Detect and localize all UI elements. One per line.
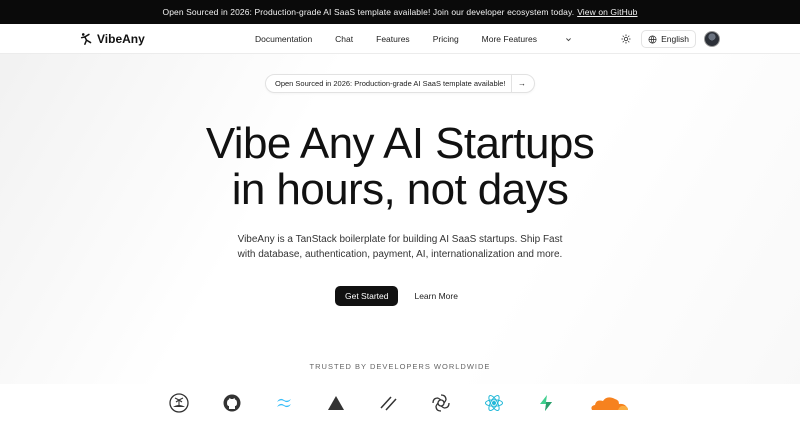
brand-logo-icon <box>80 33 92 45</box>
tailwind-icon <box>273 392 295 414</box>
cta-row: Get Started Learn More <box>335 286 458 306</box>
globe-icon <box>648 35 657 43</box>
react-icon <box>483 392 505 414</box>
announcement-text: Open Sourced in 2026: Production-grade A… <box>162 7 575 17</box>
hero-headline: Vibe Any AI Startups in hours, not days <box>0 121 800 213</box>
github-icon <box>221 392 243 414</box>
cloudflare-icon <box>588 392 630 414</box>
chevron-down-icon <box>566 37 571 41</box>
hero-subtitle: VibeAny is a TanStack boilerplate for bu… <box>0 232 800 262</box>
pill-divider <box>511 74 512 93</box>
sun-icon <box>621 34 631 44</box>
announcement-pill[interactable]: Open Sourced in 2026: Production-grade A… <box>265 74 535 93</box>
trusted-label: TRUSTED BY DEVELOPERS WORLDWIDE <box>309 362 491 371</box>
nav-pricing[interactable]: Pricing <box>433 34 459 44</box>
nav-links: Documentation Chat Features Pricing More… <box>255 24 595 54</box>
island-icon <box>168 392 190 414</box>
nav-documentation[interactable]: Documentation <box>255 34 312 44</box>
learn-more-button[interactable]: Learn More <box>414 291 457 301</box>
nav-more-features[interactable]: More Features <box>482 34 572 44</box>
nav-more-label: More Features <box>481 34 537 44</box>
brand-name: VibeAny <box>97 31 145 46</box>
nav-chat[interactable]: Chat <box>335 34 353 44</box>
subtitle-line-1: VibeAny is a TanStack boilerplate for bu… <box>237 234 563 245</box>
supabase-icon <box>535 392 557 414</box>
get-started-button[interactable]: Get Started <box>335 286 399 306</box>
hero-background <box>0 54 800 384</box>
triangle-icon <box>325 392 347 414</box>
trusted-logos <box>0 392 800 416</box>
slashes-icon <box>377 392 399 414</box>
pill-text: Open Sourced in 2026: Production-grade A… <box>275 79 506 88</box>
language-selector[interactable]: English <box>641 30 696 48</box>
headline-line-2: in hours, not days <box>231 165 569 214</box>
nav-actions: English <box>619 24 720 54</box>
theme-toggle-button[interactable] <box>619 32 633 46</box>
language-label: English <box>661 34 689 44</box>
navbar: VibeAny Documentation Chat Features Pric… <box>0 24 800 54</box>
brand[interactable]: VibeAny <box>80 32 145 46</box>
openai-icon <box>430 392 452 414</box>
headline-line-1: Vibe Any AI Startups <box>205 119 595 168</box>
github-link[interactable]: View on GitHub <box>577 7 637 17</box>
announcement-bar: Open Sourced in 2026: Production-grade A… <box>0 0 800 24</box>
nav-features[interactable]: Features <box>376 34 410 44</box>
user-avatar[interactable] <box>704 31 720 47</box>
arrow-right-icon: → <box>518 79 526 88</box>
subtitle-line-2: with database, authentication, payment, … <box>237 249 563 260</box>
